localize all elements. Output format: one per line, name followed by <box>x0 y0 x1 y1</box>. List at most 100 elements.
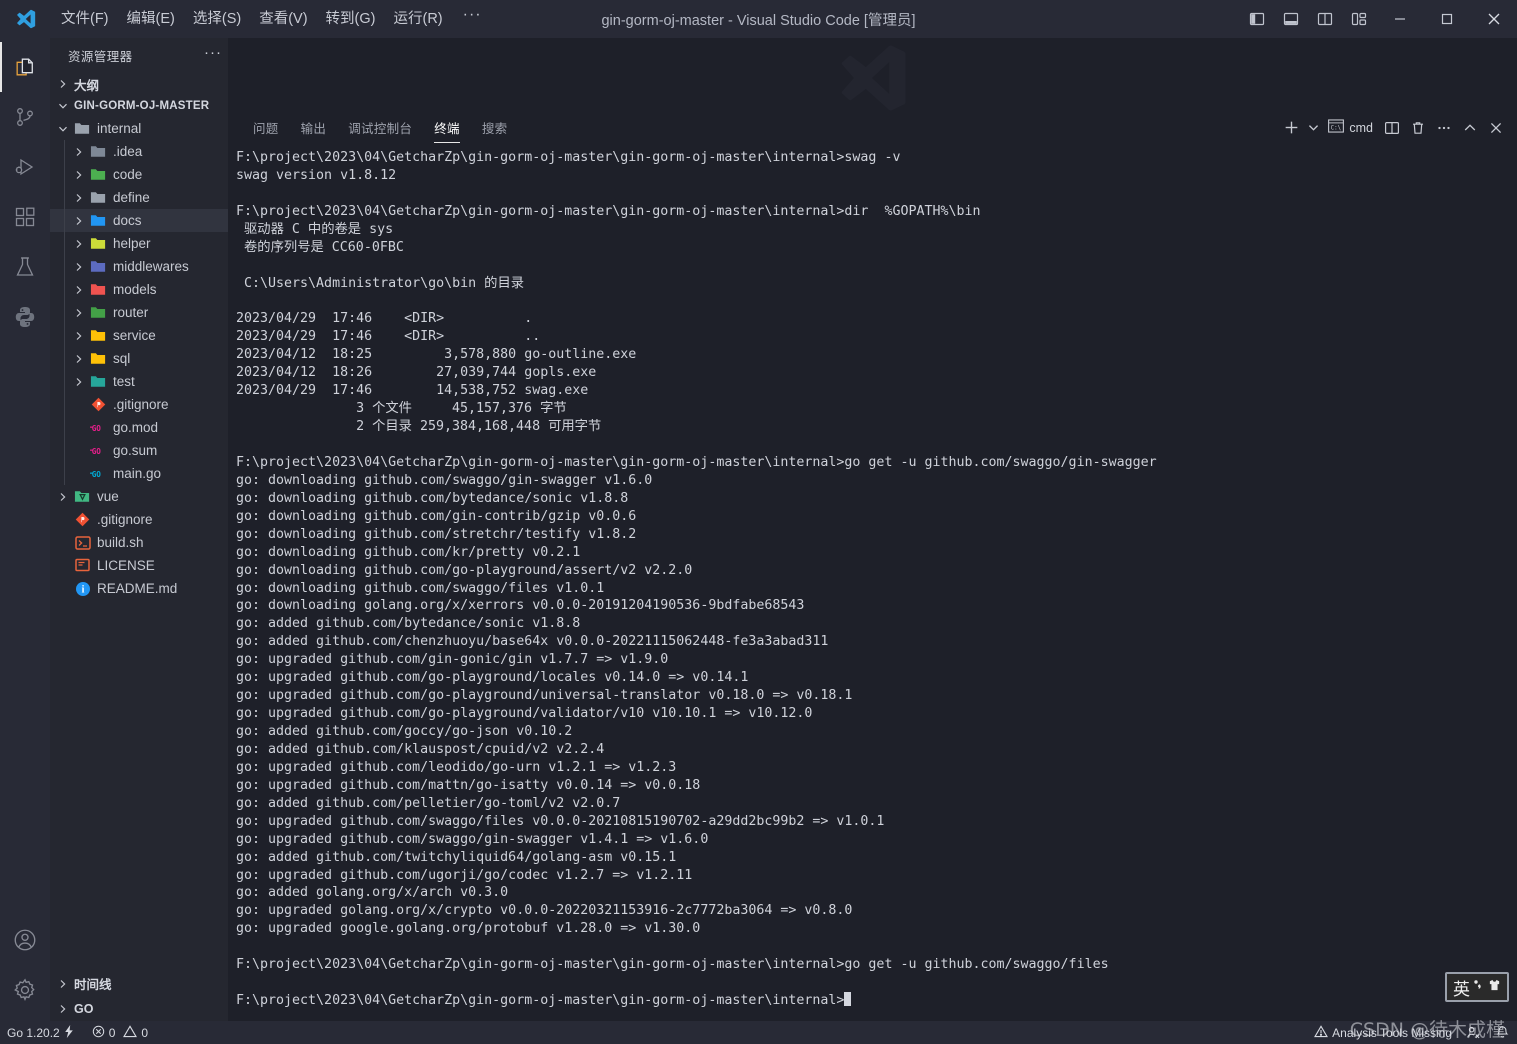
activity-accounts[interactable] <box>0 915 50 965</box>
tree-file-row[interactable]: build.sh <box>50 531 228 554</box>
tree-file-row[interactable]: GO main.go <box>50 462 228 485</box>
status-bar: Go 1.20.2 0 0 Analysis Tools Missing <box>0 1021 1517 1044</box>
terminal-line: 2023/04/29 17:46 <DIR> .. <box>236 329 541 345</box>
menu-view[interactable]: 查看(V) <box>250 0 316 38</box>
close-panel-button[interactable] <box>1483 110 1509 145</box>
tree-file-row[interactable]: .gitignore <box>50 508 228 531</box>
panel-header: 问题 输出 调试控制台 终端 搜索 C:\ cmd <box>228 110 1517 145</box>
tree-folder-row[interactable]: code <box>50 163 228 186</box>
menu-edit[interactable]: 编辑(E) <box>118 0 184 38</box>
status-go-version[interactable]: Go 1.20.2 <box>0 1021 81 1044</box>
tree-item-label: build.sh <box>97 535 144 550</box>
tab-problems[interactable]: 问题 <box>242 110 290 145</box>
kill-terminal-button[interactable] <box>1405 110 1431 145</box>
git-file-icon <box>74 511 91 528</box>
terminal-line: go: added golang.org/x/arch v0.3.0 <box>236 885 509 901</box>
ime-indicator[interactable]: 英 <box>1445 972 1509 1002</box>
tree-item-label: .gitignore <box>97 512 153 527</box>
tree-folder-row[interactable]: sql <box>50 347 228 370</box>
terminal-output: F:\project\2023\04\GetcharZp\gin-gorm-oj… <box>236 149 1517 1010</box>
svg-text:i: i <box>81 584 84 595</box>
customize-layout-icon[interactable] <box>1342 0 1376 38</box>
tree-file-row[interactable]: .gitignore <box>50 393 228 416</box>
tree-folder-row[interactable]: service <box>50 324 228 347</box>
tab-search[interactable]: 搜索 <box>471 110 519 145</box>
sidebar-section-project[interactable]: GIN-GORM-OJ-MASTER <box>50 95 228 117</box>
activity-explorer[interactable] <box>0 42 50 92</box>
terminal-selector[interactable]: C:\ cmd <box>1322 110 1379 145</box>
activity-source-control[interactable] <box>0 92 50 142</box>
terminal-line: 驱动器 C 中的卷是 sys <box>236 221 394 237</box>
maximize-button[interactable] <box>1423 0 1470 38</box>
split-terminal-button[interactable] <box>1379 110 1405 145</box>
tree-folder-row[interactable]: helper <box>50 232 228 255</box>
activity-extensions[interactable] <box>0 192 50 242</box>
tree-file-row[interactable]: LICENSE <box>50 554 228 577</box>
terminal-line: C:\Users\Administrator\go\bin 的目录 <box>236 275 525 291</box>
tree-indent-guide <box>64 301 65 324</box>
activity-testing[interactable] <box>0 242 50 292</box>
toggle-panel-icon[interactable] <box>1274 0 1308 38</box>
tree-folder-row[interactable]: .idea <box>50 140 228 163</box>
toggle-primary-sidebar-icon[interactable] <box>1240 0 1274 38</box>
tree-item-label: router <box>113 305 149 320</box>
tree-item-label: docs <box>113 213 142 228</box>
close-button[interactable] <box>1470 0 1517 38</box>
sidebar-section-go[interactable]: GO <box>50 996 228 1021</box>
status-problems[interactable]: 0 0 <box>85 1021 155 1044</box>
sidebar-section-outline[interactable]: 大纲 <box>50 73 228 95</box>
new-terminal-button[interactable] <box>1278 110 1304 145</box>
tree-file-row[interactable]: i README.md <box>50 577 228 600</box>
sidebar-section-timeline[interactable]: 时间线 <box>50 971 228 996</box>
terminal-line: F:\project\2023\04\GetcharZp\gin-gorm-oj… <box>236 203 981 219</box>
activity-run-debug[interactable] <box>0 142 50 192</box>
toggle-secondary-sidebar-icon[interactable] <box>1308 0 1342 38</box>
tree-folder-row[interactable]: router <box>50 301 228 324</box>
tab-debug-console[interactable]: 调试控制台 <box>337 110 423 145</box>
menu-more-button[interactable]: ··· <box>452 0 493 38</box>
tree-folder-row[interactable]: models <box>50 278 228 301</box>
tree-item-label: main.go <box>113 466 162 481</box>
activity-python[interactable] <box>0 292 50 342</box>
terminal-viewport[interactable]: F:\project\2023\04\GetcharZp\gin-gorm-oj… <box>228 145 1517 1021</box>
menu-selection[interactable]: 选择(S) <box>184 0 250 38</box>
tab-output[interactable]: 输出 <box>290 110 338 145</box>
status-feedback[interactable] <box>1459 1021 1488 1044</box>
terminal-prompt: F:\project\2023\04\GetcharZp\gin-gorm-oj… <box>236 993 845 1009</box>
status-notifications[interactable] <box>1488 1021 1517 1044</box>
chevron-right-icon <box>56 490 70 504</box>
tree-folder-row[interactable]: docs <box>50 209 228 232</box>
menu-run[interactable]: 运行(R) <box>384 0 451 38</box>
lightning-icon <box>64 1024 74 1041</box>
tree-indent-guide <box>64 324 65 347</box>
chevron-right-icon <box>72 214 86 228</box>
minimize-button[interactable] <box>1376 0 1423 38</box>
menu-go[interactable]: 转到(G) <box>317 0 385 38</box>
chevron-down-icon <box>56 99 70 113</box>
tree-folder-row[interactable]: internal <box>50 117 228 140</box>
tab-terminal[interactable]: 终端 <box>423 110 471 145</box>
terminal-line: go: upgraded github.com/go-playground/va… <box>236 706 813 722</box>
tree-folder-row[interactable]: define <box>50 186 228 209</box>
menu-file[interactable]: 文件(F) <box>52 0 118 38</box>
tree-file-row[interactable]: GO go.mod <box>50 416 228 439</box>
terminal-line: go: downloading golang.org/x/xerrors v0.… <box>236 598 805 614</box>
folder-service-icon <box>90 327 107 344</box>
terminal-profile-button[interactable] <box>1304 110 1322 145</box>
status-analysis-tools[interactable]: Analysis Tools Missing <box>1307 1021 1459 1044</box>
panel-more-button[interactable] <box>1431 110 1457 145</box>
tree-folder-row[interactable]: middlewares <box>50 255 228 278</box>
sidebar-more-button[interactable]: ··· <box>204 45 222 63</box>
tree-folder-row[interactable]: test <box>50 370 228 393</box>
tree-file-row[interactable]: GO go.sum <box>50 439 228 462</box>
activity-settings[interactable] <box>0 965 50 1015</box>
maximize-panel-button[interactable] <box>1457 110 1483 145</box>
tree-indent-guide <box>64 393 65 416</box>
tree-folder-row[interactable]: vue <box>50 485 228 508</box>
terminal-line: go: upgraded github.com/leodido/go-urn v… <box>236 759 677 775</box>
file-tree-rows: internal .idea code define docs helper middlew… <box>50 117 228 600</box>
